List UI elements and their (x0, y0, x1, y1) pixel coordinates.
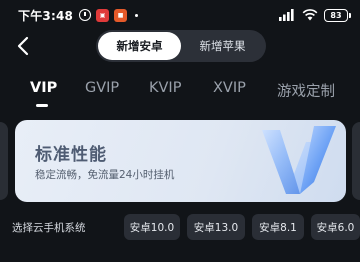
battery-icon: 83 (324, 8, 351, 22)
version-chip-android-6[interactable]: 安卓6.0 (311, 214, 360, 240)
version-chip-android-10[interactable]: 安卓10.0 (124, 214, 180, 240)
tab-xvip[interactable]: XVIP (213, 80, 246, 96)
app-notification-icon: ▣ (96, 8, 110, 22)
status-bar: 下午3:48 ▣ ■ 83 (0, 0, 360, 30)
plan-card[interactable]: 标准性能 稳定流畅，免流量24小时挂机 (15, 120, 346, 202)
app-notification-icon: ■ (114, 8, 128, 22)
status-time: 下午3:48 (18, 8, 74, 23)
version-chip-android-13[interactable]: 安卓13.0 (187, 214, 245, 240)
wifi-icon (302, 9, 318, 21)
signal-icon (279, 9, 294, 21)
tier-tabs: VIP GVIP KVIP XVIP 游戏定制 (0, 80, 360, 106)
back-arrow-icon[interactable] (14, 36, 34, 56)
plan-title: 标准性能 (35, 145, 107, 165)
plan-description: 稳定流畅，免流量24小时挂机 (35, 169, 175, 181)
status-left-icons: ▣ ■ (79, 8, 139, 22)
segment-add-android[interactable]: 新增安卓 (98, 32, 181, 60)
tab-kvip[interactable]: KVIP (149, 80, 181, 96)
platform-segmented-control: 新增安卓 新增苹果 (96, 30, 266, 62)
active-tab-indicator (36, 104, 48, 107)
tab-gvip[interactable]: GVIP (85, 80, 119, 96)
next-card-peek[interactable] (352, 122, 360, 200)
version-chip-android-8-1[interactable]: 安卓8.1 (252, 214, 304, 240)
alarm-icon (79, 9, 92, 21)
more-notifications-dot-icon (135, 13, 139, 17)
v-logo-icon (262, 126, 336, 194)
tab-vip[interactable]: VIP (30, 80, 57, 96)
battery-level: 83 (330, 10, 342, 20)
prev-card-peek[interactable] (0, 122, 8, 200)
system-select-label: 选择云手机系统 (12, 222, 86, 234)
tab-game-custom[interactable]: 游戏定制 (277, 80, 335, 101)
status-right-icons: 83 (279, 8, 351, 22)
segment-add-apple[interactable]: 新增苹果 (181, 32, 264, 60)
